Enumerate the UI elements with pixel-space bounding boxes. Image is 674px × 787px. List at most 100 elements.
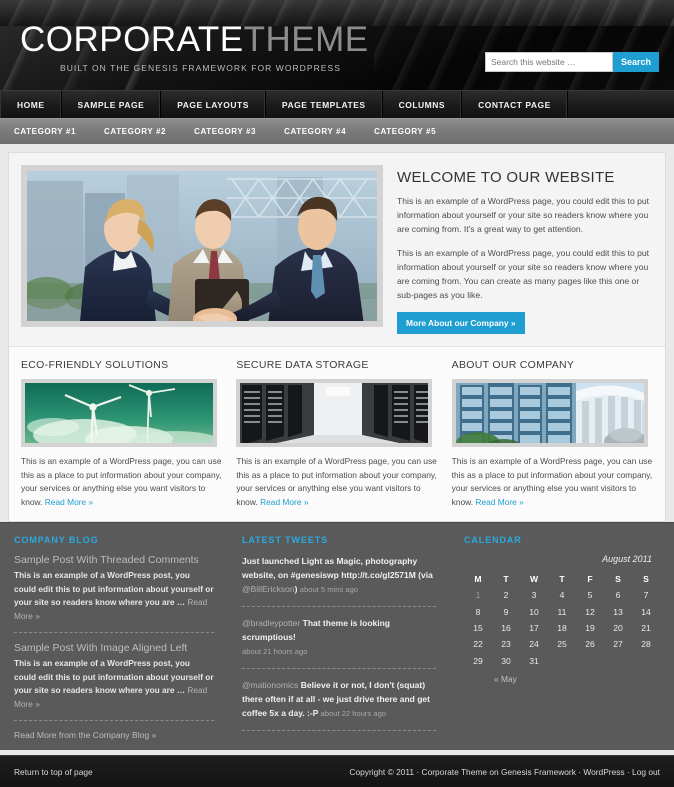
tweet-handle[interactable]: @bradleypotter (242, 618, 300, 628)
page-title: WELCOME TO OUR WEBSITE (397, 169, 615, 186)
calendar-weekday: T (503, 574, 509, 584)
nav-item-category-4[interactable]: CATEGORY #4 (270, 127, 360, 136)
hero-text: WELCOME TO OUR WEBSITE This is an exampl… (397, 165, 653, 334)
server-room-photo (236, 379, 433, 447)
calendar-day[interactable]: 1 (464, 587, 492, 603)
feature-body: This is an example of a WordPress page, … (452, 455, 653, 509)
copyright-text: Copyright © 2011 · Corporate Theme on Ge… (349, 766, 660, 777)
tweet-timestamp: about 22 hours ago (320, 709, 387, 718)
tweet-item: Just launched Light as Magic, photograph… (242, 554, 436, 597)
calendar-day[interactable]: 16 (492, 620, 520, 636)
blog-post-title[interactable]: Sample Post With Threaded Comments (14, 554, 214, 566)
blog-post-item[interactable]: Sample Post With Image Aligned Left This… (14, 642, 214, 711)
blog-post-item[interactable]: Sample Post With Threaded Comments This … (14, 554, 214, 623)
hero-section: WELCOME TO OUR WEBSITE This is an exampl… (9, 153, 665, 346)
calendar-day[interactable]: 3 (520, 587, 548, 603)
blog-post-excerpt: This is an example of a WordPress post, … (14, 657, 214, 711)
calendar-day[interactable]: 25 (548, 636, 576, 652)
calendar-week-row: 29 30 31 (464, 653, 660, 669)
calendar-day[interactable]: 2 (492, 587, 520, 603)
calendar-day[interactable]: 29 (464, 653, 492, 669)
widget-latest-tweets: LATEST TWEETS Just launched Light as Mag… (228, 535, 450, 750)
logo-part-corporate: CORPORATE (20, 20, 244, 59)
footer-widget-area: COMPANY BLOG Sample Post With Threaded C… (0, 522, 674, 750)
calendar-day[interactable]: 20 (604, 620, 632, 636)
hero-paragraph-2: This is an example of a WordPress page, … (397, 248, 650, 300)
widget-calendar: CALENDAR August 2011 M T W T F S S 1 2 3… (450, 535, 674, 750)
calendar-day[interactable]: 13 (604, 603, 632, 619)
search-button[interactable]: Search (612, 52, 659, 72)
content-wrap: WELCOME TO OUR WEBSITE This is an exampl… (0, 144, 674, 522)
calendar-day[interactable]: 5 (576, 587, 604, 603)
server-room-illustration (240, 383, 429, 443)
office-building-illustration (455, 383, 644, 443)
calendar-day[interactable]: 26 (576, 636, 604, 652)
tweet-timestamp: about 5 mins ago (299, 585, 359, 594)
nav-item-category-5[interactable]: CATEGORY #5 (360, 127, 450, 136)
site-header: CORPORATETHEME BUILT ON THE GENESIS FRAM… (0, 0, 674, 90)
widget-title: COMPANY BLOG (14, 535, 99, 545)
calendar-day[interactable]: 18 (548, 620, 576, 636)
nav-item-home[interactable]: HOME (0, 91, 62, 118)
calendar-day[interactable]: 8 (464, 603, 492, 619)
company-blog-more-link[interactable]: Read More from the Company Blog » (14, 730, 214, 740)
nav-item-category-3[interactable]: CATEGORY #3 (180, 127, 270, 136)
calendar-weekday: S (643, 574, 649, 584)
blog-post-excerpt-text: This is an example of a WordPress post, … (14, 658, 214, 695)
calendar-table: M T W T F S S 1 2 3 4 5 6 7 8 9 10 11 12… (464, 571, 660, 669)
calendar-weekday: W (529, 574, 539, 584)
calendar-day[interactable]: 21 (632, 620, 660, 636)
search-form[interactable]: Search (484, 52, 659, 72)
calendar-day[interactable]: 14 (632, 603, 660, 619)
calendar-day[interactable]: 19 (576, 620, 604, 636)
read-more-link[interactable]: Read More » (260, 497, 308, 507)
return-to-top-link[interactable]: Return to top of page (14, 767, 93, 777)
calendar-day[interactable]: 23 (492, 636, 520, 652)
blog-post-title[interactable]: Sample Post With Image Aligned Left (14, 642, 214, 654)
business-handshake-photo (27, 171, 377, 321)
site-tagline: BUILT ON THE GENESIS FRAMEWORK FOR WORDP… (60, 63, 341, 73)
widget-title: LATEST TWEETS (242, 535, 329, 545)
calendar-day[interactable]: 12 (576, 603, 604, 619)
calendar-day[interactable]: 27 (604, 636, 632, 652)
logo-part-theme: THEME (243, 20, 369, 59)
tweet-handle[interactable]: @BillErickson (242, 584, 295, 594)
calendar-day[interactable]: 6 (604, 587, 632, 603)
nav-item-columns[interactable]: COLUMNS (383, 91, 463, 118)
calendar-day[interactable]: 7 (632, 587, 660, 603)
calendar-week-row: 22 23 24 25 26 27 28 (464, 636, 660, 652)
calendar-day[interactable]: 11 (548, 603, 576, 619)
calendar-day[interactable]: 30 (492, 653, 520, 669)
calendar-day[interactable]: 9 (492, 603, 520, 619)
page-root: CORPORATETHEME BUILT ON THE GENESIS FRAM… (0, 0, 674, 787)
nav-item-sample-page[interactable]: SAMPLE PAGE (62, 91, 162, 118)
calendar-month-label: August 2011 (602, 554, 652, 564)
calendar-day[interactable]: 24 (520, 636, 548, 652)
calendar-day[interactable]: 22 (464, 636, 492, 652)
calendar-day[interactable]: 4 (548, 587, 576, 603)
nav-item-contact-page[interactable]: CONTACT PAGE (462, 91, 568, 118)
calendar-day[interactable]: 31 (520, 653, 548, 669)
calendar-day[interactable]: 10 (520, 603, 548, 619)
calendar-day[interactable]: 15 (464, 620, 492, 636)
feature-title: SECURE DATA STORAGE (236, 359, 369, 371)
blog-post-excerpt-text: This is an example of a WordPress post, … (14, 570, 214, 607)
read-more-link[interactable]: Read More » (475, 497, 523, 507)
nav-item-page-templates[interactable]: PAGE TEMPLATES (266, 91, 383, 118)
calendar-day[interactable]: 28 (632, 636, 660, 652)
calendar-day[interactable]: 17 (520, 620, 548, 636)
nav-item-category-2[interactable]: CATEGORY #2 (90, 127, 180, 136)
site-footer: Return to top of page Copyright © 2011 ·… (0, 755, 674, 787)
calendar-prev-month-link[interactable]: « May (464, 674, 660, 684)
nav-item-page-layouts[interactable]: PAGE LAYOUTS (161, 91, 266, 118)
calendar-weekday: S (615, 574, 621, 584)
nav-item-category-1[interactable]: CATEGORY #1 (0, 127, 90, 136)
tweet-timestamp: about 21 hours ago (242, 647, 308, 656)
tweet-handle[interactable]: @mationomics (242, 680, 298, 690)
divider (242, 668, 436, 669)
search-input[interactable] (484, 52, 613, 72)
site-logo[interactable]: CORPORATETHEME BUILT ON THE GENESIS FRAM… (20, 22, 369, 73)
calendar-weekday: M (474, 574, 482, 584)
read-more-link[interactable]: Read More » (45, 497, 93, 507)
more-about-company-button[interactable]: More About our Company » (397, 312, 525, 334)
